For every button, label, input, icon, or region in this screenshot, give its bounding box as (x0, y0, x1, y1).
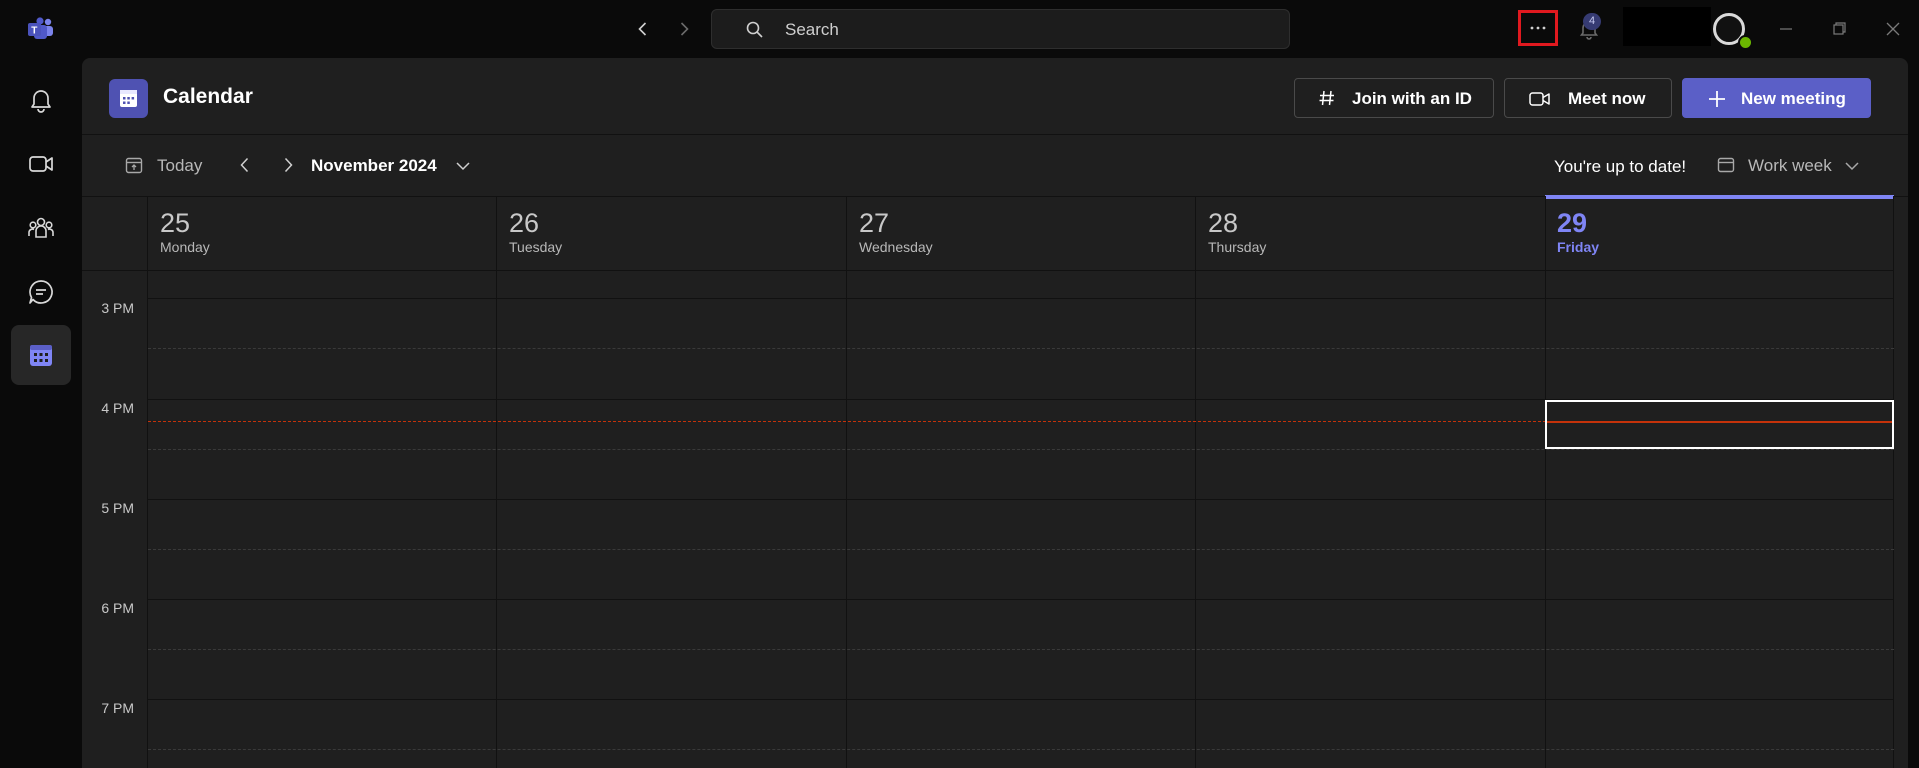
day-name: Tuesday (509, 239, 563, 255)
selected-time-slot[interactable] (1545, 400, 1894, 449)
day-header-friday[interactable]: 29 Friday (1557, 208, 1599, 255)
day-header-tuesday[interactable]: 26 Tuesday (509, 208, 562, 255)
join-with-id-button[interactable]: Join with an ID (1294, 78, 1494, 118)
hour-line (148, 599, 1894, 600)
calendar-icon (27, 341, 55, 369)
video-camera-icon (1529, 89, 1551, 109)
profile-name-redacted[interactable] (1623, 7, 1711, 46)
hour-line (148, 699, 1894, 700)
minimize-icon[interactable] (1776, 19, 1796, 39)
day-name: Wednesday (859, 239, 933, 255)
chat-bubble-icon (27, 278, 55, 306)
chevron-down-icon[interactable] (454, 157, 472, 175)
day-name: Monday (160, 239, 210, 255)
chevron-down-icon[interactable] (1843, 157, 1861, 175)
day-header-monday[interactable]: 25 Monday (160, 208, 210, 255)
view-switcher[interactable]: Work week (1748, 156, 1832, 176)
half-hour-line (148, 348, 1894, 349)
day-name-today: Friday (1557, 239, 1600, 255)
day-column-separator (1545, 196, 1546, 768)
day-number: 28 (1208, 208, 1239, 238)
day-column-separator (147, 196, 148, 768)
hour-line (148, 499, 1894, 500)
bell-icon (27, 86, 55, 114)
half-hour-line (148, 549, 1894, 550)
day-column-separator (496, 196, 497, 768)
svg-text:T: T (31, 26, 37, 37)
day-number: 26 (509, 208, 540, 238)
day-column-separator (1893, 196, 1894, 768)
day-number: 27 (859, 208, 890, 238)
time-label: 3 PM (101, 300, 134, 316)
day-column-separator (846, 196, 847, 768)
ellipsis-icon (1528, 24, 1548, 32)
half-hour-line (148, 749, 1894, 750)
meet-now-label: Meet now (1568, 89, 1646, 108)
half-hour-line (148, 449, 1894, 450)
time-label: 5 PM (101, 500, 134, 516)
hashtag-icon (1317, 88, 1337, 108)
teams-logo-icon: T (28, 17, 54, 41)
next-week-icon[interactable] (278, 155, 298, 175)
header-divider (82, 134, 1908, 135)
previous-week-icon[interactable] (235, 155, 255, 175)
close-icon[interactable] (1883, 19, 1903, 39)
forward-arrow-icon[interactable] (674, 19, 694, 39)
page-title: Calendar (163, 85, 253, 108)
plus-icon (1707, 89, 1727, 109)
presence-available-icon (1738, 35, 1753, 50)
current-time-line-past (148, 421, 1546, 422)
join-with-id-label: Join with an ID (1352, 89, 1472, 108)
people-icon (27, 214, 55, 242)
today-column-indicator (1545, 195, 1894, 199)
rail-item-calendar[interactable] (0, 325, 82, 385)
search-icon (745, 20, 765, 40)
restore-icon[interactable] (1829, 19, 1849, 39)
view-switcher-icon (1716, 155, 1736, 175)
today-button[interactable]: Today (157, 156, 202, 176)
new-meeting-button[interactable]: New meeting (1682, 78, 1871, 118)
day-column-separator (1195, 196, 1196, 768)
day-header-wednesday[interactable]: 27 Wednesday (859, 208, 933, 255)
day-header-divider (82, 270, 1894, 271)
video-camera-icon (27, 150, 55, 178)
hour-line (148, 298, 1894, 299)
today-calendar-icon (124, 155, 144, 175)
sync-status-text: You're up to date! (1554, 157, 1687, 176)
day-header-thursday[interactable]: 28 Thursday (1208, 208, 1266, 255)
rail-item-communities[interactable] (0, 198, 82, 258)
half-hour-line (148, 649, 1894, 650)
more-options-button[interactable] (1518, 10, 1558, 46)
time-label: 6 PM (101, 600, 134, 616)
rail-item-chat[interactable] (0, 262, 82, 322)
back-arrow-icon[interactable] (633, 19, 653, 39)
search-box[interactable]: Search (711, 9, 1290, 49)
title-bar: T Search 4 (0, 0, 1919, 58)
calendar-app-icon (109, 79, 148, 118)
meet-now-button[interactable]: Meet now (1504, 78, 1672, 118)
rail-item-activity[interactable] (0, 70, 82, 130)
month-selector[interactable]: November 2024 (311, 156, 437, 176)
search-placeholder: Search (785, 20, 839, 39)
notification-badge: 4 (1583, 13, 1601, 30)
day-name: Thursday (1208, 239, 1267, 255)
time-label: 7 PM (101, 700, 134, 716)
rail-item-meet[interactable] (0, 134, 82, 194)
day-number: 25 (160, 208, 191, 238)
new-meeting-label: New meeting (1741, 89, 1846, 108)
day-number-today: 29 (1557, 208, 1588, 238)
time-label: 4 PM (101, 400, 134, 416)
